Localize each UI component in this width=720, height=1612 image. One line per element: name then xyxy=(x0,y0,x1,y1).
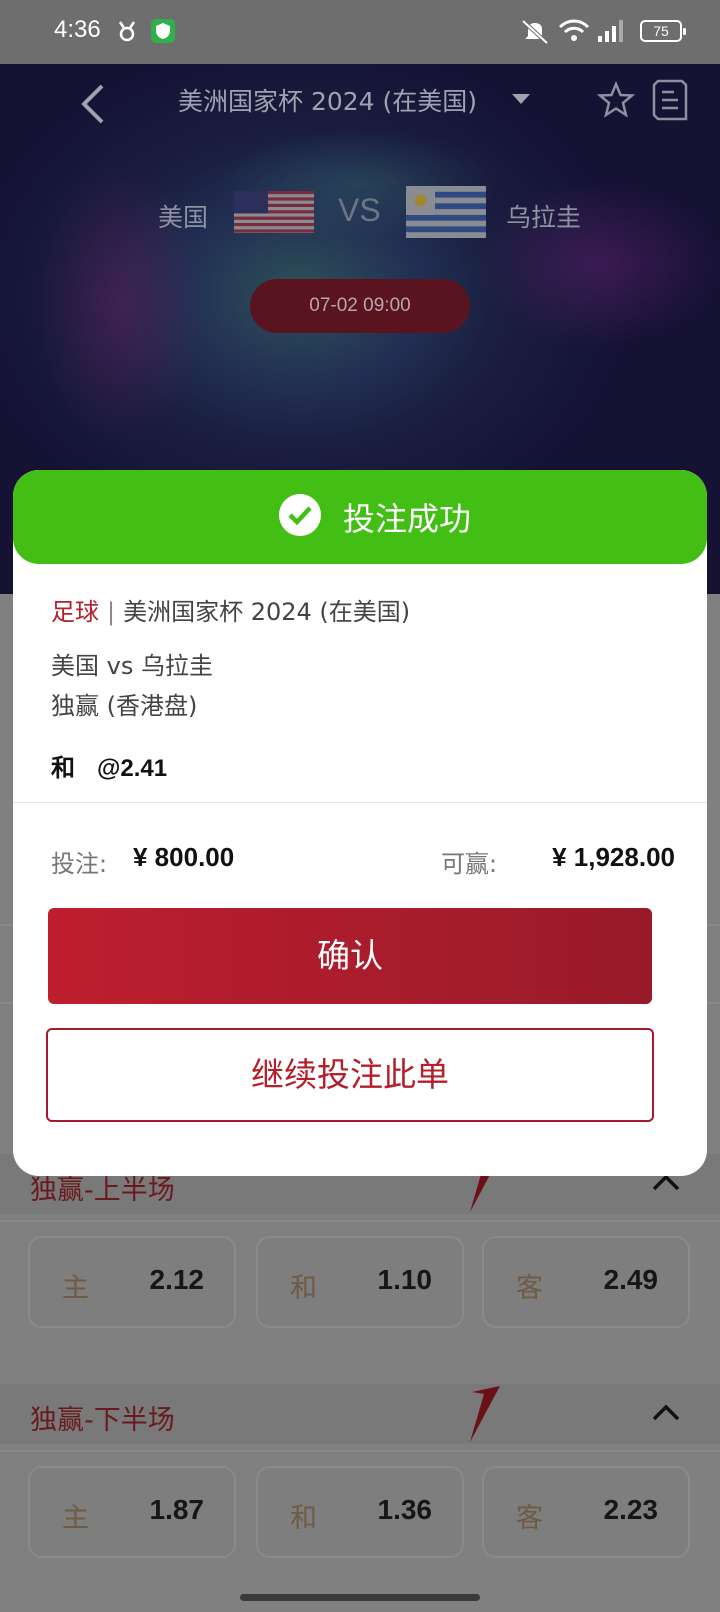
odds-button-draw[interactable]: 和 1.36 xyxy=(256,1466,464,1558)
match-datetime: 07-02 09:00 xyxy=(250,279,470,333)
wifi-icon xyxy=(558,19,590,41)
home-team-name: 美国 xyxy=(158,203,209,232)
odds-value: 1.36 xyxy=(377,1494,433,1525)
odds-value: 1.10 xyxy=(377,1264,433,1295)
odds-label: 客 xyxy=(516,1273,543,1304)
chevron-up-icon[interactable] xyxy=(652,1402,680,1422)
odds-button-home[interactable]: 主 1.87 xyxy=(28,1466,236,1558)
odds-label: 主 xyxy=(62,1273,89,1304)
back-arrow-icon[interactable] xyxy=(74,80,114,128)
uruguay-flag-icon xyxy=(406,186,486,238)
status-bar: 4:36 75 xyxy=(0,0,720,64)
odds-button-away[interactable]: 客 2.23 xyxy=(482,1466,690,1558)
league-title[interactable]: 美洲国家杯 2024 (在美国) xyxy=(178,82,477,118)
odds-value: 2.23 xyxy=(603,1494,659,1525)
bet-success-dialog: 投注成功 足球 | 美洲国家杯 2024 (在美国) 美国 vs 乌拉圭 独赢 (香… xyxy=(13,470,707,1176)
odds-value: 2.12 xyxy=(149,1264,205,1295)
dialog-title: 投注成功 xyxy=(343,500,472,538)
stake-label: 投注: xyxy=(51,850,108,878)
battery-indicator: 75 xyxy=(640,20,686,42)
notification-icon xyxy=(118,21,136,42)
potential-win-label: 可赢: xyxy=(441,850,498,878)
odds-value: 1.87 xyxy=(149,1494,205,1525)
odds-button-home[interactable]: 主 2.12 xyxy=(28,1236,236,1328)
continue-betting-button[interactable]: 继续投注此单 xyxy=(46,1028,654,1122)
potential-win-value: ¥ 1,928.00 xyxy=(552,842,675,872)
divider xyxy=(13,802,707,803)
market-header-second-half[interactable]: 独赢-下半场 xyxy=(0,1384,720,1444)
chevron-down-icon[interactable] xyxy=(512,94,530,104)
confirm-button[interactable]: 确认 xyxy=(48,908,652,1004)
separator: | xyxy=(107,598,116,626)
odds-button-away[interactable]: 客 2.49 xyxy=(482,1236,690,1328)
signal-icon xyxy=(598,20,623,42)
odds-label: 和 xyxy=(290,1273,317,1304)
slash-accent-icon xyxy=(470,1386,500,1442)
bet-league-line: 足球 | 美洲国家杯 2024 (在美国) xyxy=(51,592,410,627)
league-name: 美洲国家杯 2024 (在美国) xyxy=(123,598,411,626)
mute-vibrate-icon xyxy=(521,19,549,45)
bet-slip-icon[interactable] xyxy=(650,78,690,122)
bet-market: 独赢 (香港盘) xyxy=(51,692,198,720)
selection-odds: @2.41 xyxy=(97,755,168,782)
away-team-name: 乌拉圭 xyxy=(506,203,582,232)
status-time: 4:36 xyxy=(54,16,101,43)
bet-selection: 和 @2.41 xyxy=(51,748,167,783)
home-indicator[interactable] xyxy=(240,1594,480,1601)
sport-label: 足球 xyxy=(51,598,99,626)
odds-button-draw[interactable]: 和 1.10 xyxy=(256,1236,464,1328)
bet-match: 美国 vs 乌拉圭 xyxy=(51,652,213,680)
star-icon[interactable] xyxy=(596,80,636,120)
odds-label: 客 xyxy=(516,1503,543,1534)
stake-value: ¥ 800.00 xyxy=(133,842,235,872)
dialog-header: 投注成功 xyxy=(13,470,707,564)
market-title: 独赢-下半场 xyxy=(30,1405,175,1436)
usa-flag-icon xyxy=(234,191,314,233)
shield-app-icon xyxy=(151,19,175,43)
odds-label: 主 xyxy=(62,1503,89,1534)
check-circle-icon xyxy=(279,494,321,536)
selection-label: 和 xyxy=(51,754,75,782)
odds-value: 2.49 xyxy=(603,1264,659,1295)
odds-label: 和 xyxy=(290,1503,317,1534)
vs-label: VS xyxy=(338,192,381,228)
